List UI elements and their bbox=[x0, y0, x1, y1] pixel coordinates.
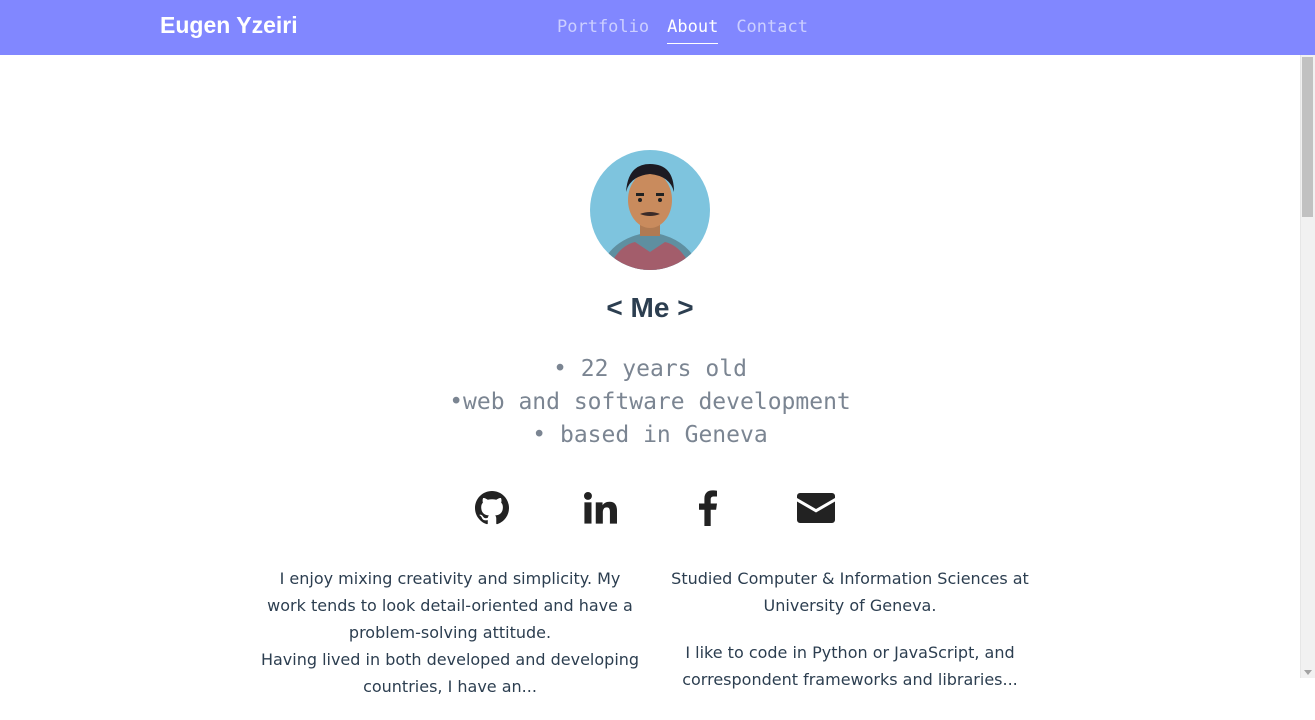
nav-links: Portfolio About Contact bbox=[557, 17, 808, 44]
social-links bbox=[0, 488, 1300, 528]
bio-education-text: Studied Computer & Information Sciences … bbox=[660, 565, 1040, 619]
avatar bbox=[590, 150, 710, 270]
fact-location: • based in Geneva bbox=[0, 419, 1300, 452]
envelope-icon[interactable] bbox=[792, 488, 840, 528]
nav-link-portfolio[interactable]: Portfolio bbox=[557, 17, 649, 44]
nav-link-about[interactable]: About bbox=[667, 17, 718, 44]
nav-link-contact[interactable]: Contact bbox=[736, 17, 808, 44]
scrollbar-thumb[interactable] bbox=[1302, 57, 1313, 217]
brand-link[interactable]: Eugen Yzeiri bbox=[160, 12, 298, 39]
bio-left-column: I enjoy mixing creativity and simplicity… bbox=[260, 565, 640, 720]
profile-facts: • 22 years old •web and software develop… bbox=[0, 353, 1300, 452]
linkedin-icon[interactable] bbox=[576, 488, 624, 528]
bio-right-column: Studied Computer & Information Sciences … bbox=[660, 565, 1040, 713]
fact-field: •web and software development bbox=[0, 386, 1300, 419]
bio-coding-text: I like to code in Python or JavaScript, … bbox=[660, 639, 1040, 693]
fact-age: • 22 years old bbox=[0, 353, 1300, 386]
bio-left-text: I enjoy mixing creativity and simplicity… bbox=[260, 565, 640, 700]
page-title: < Me > bbox=[0, 292, 1300, 324]
facebook-icon[interactable] bbox=[684, 488, 732, 528]
navbar: Eugen Yzeiri Portfolio About Contact bbox=[0, 0, 1315, 55]
github-icon[interactable] bbox=[468, 488, 516, 528]
scroll-down-arrow-icon[interactable] bbox=[1304, 670, 1312, 675]
